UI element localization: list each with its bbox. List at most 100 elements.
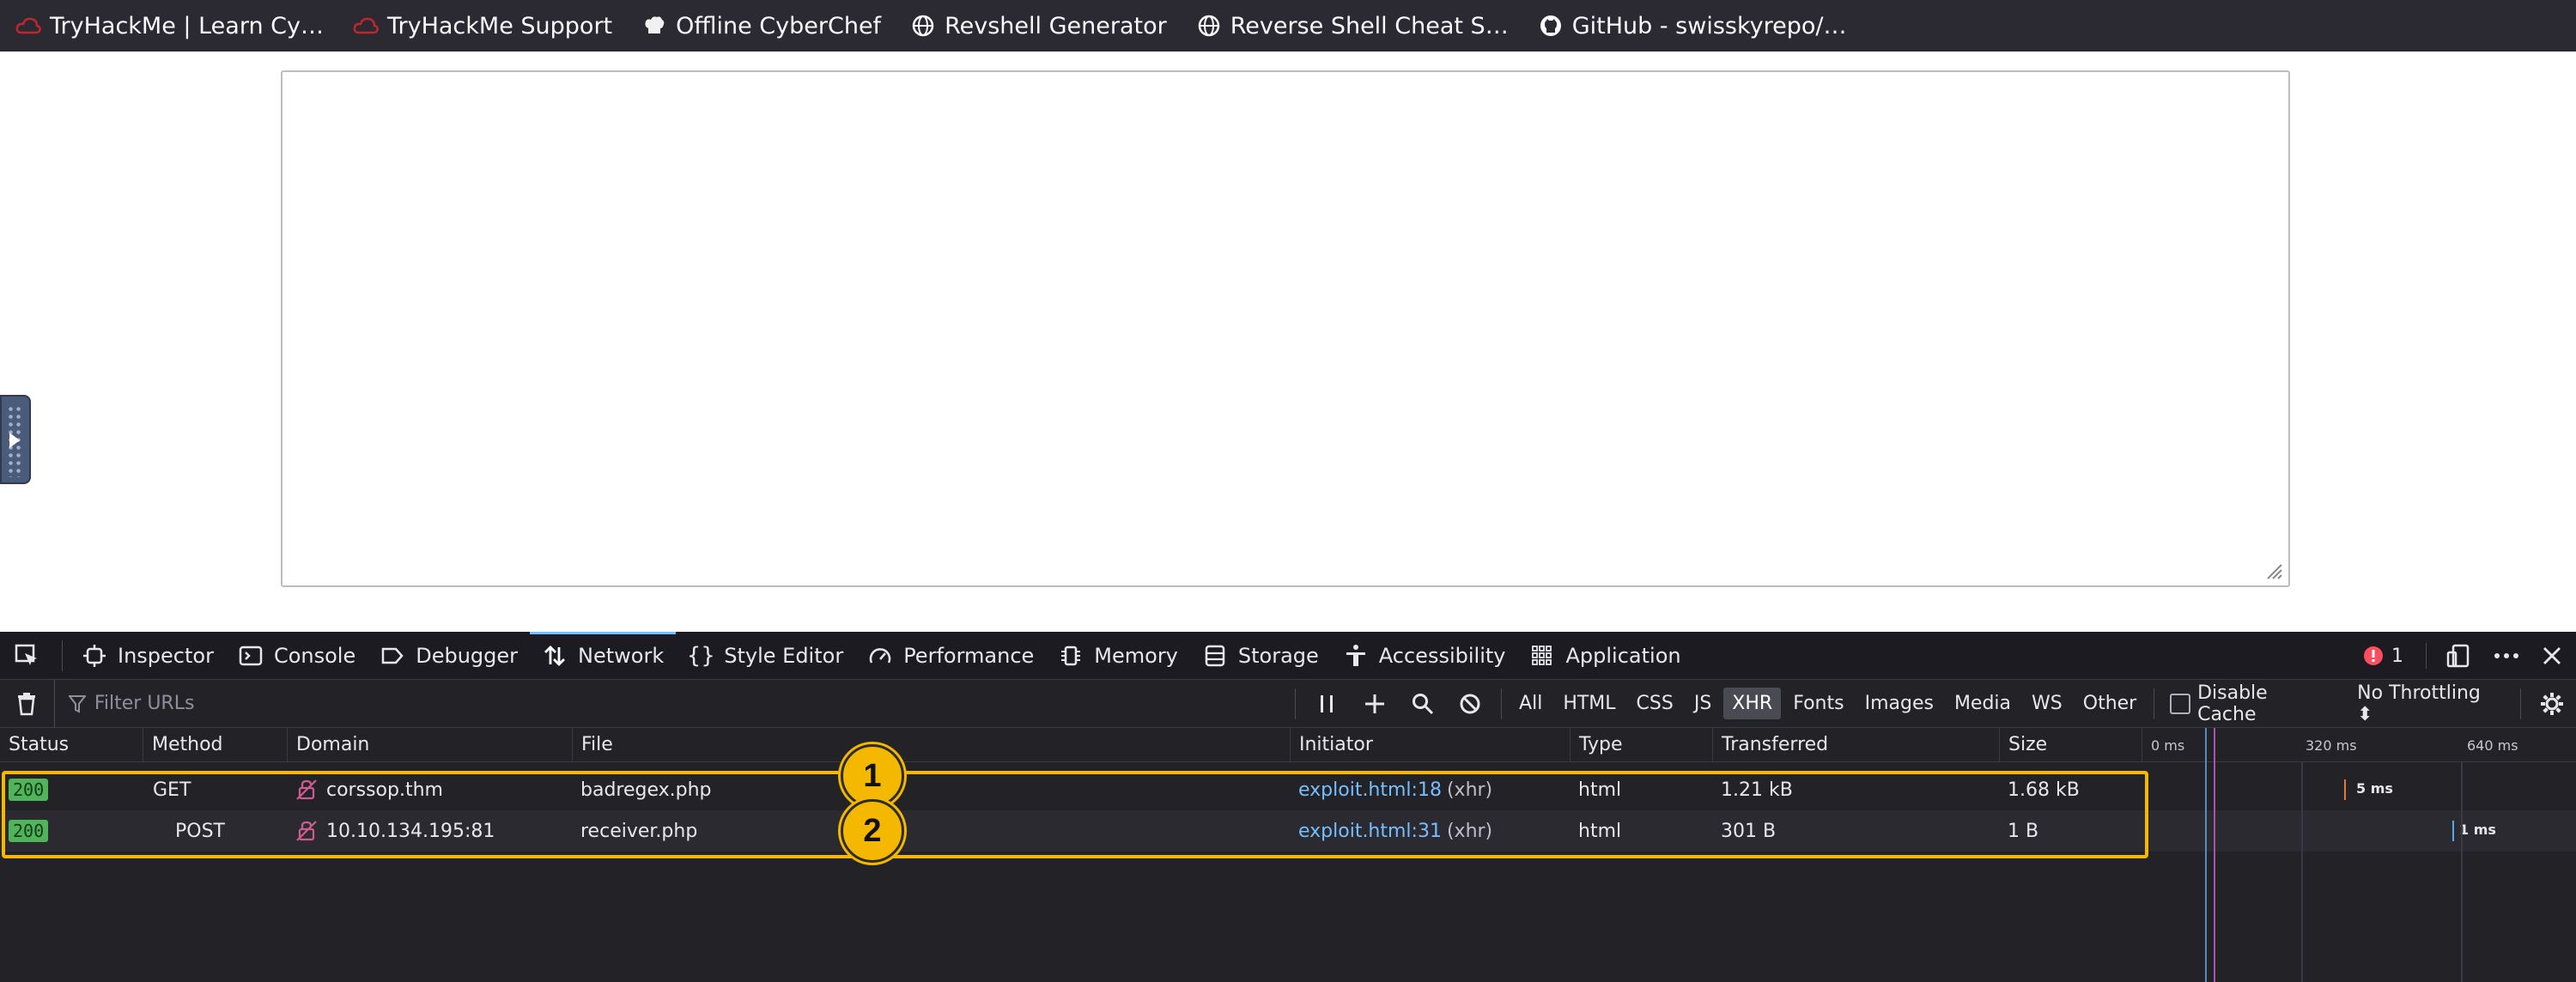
filter-js[interactable]: JS: [1686, 688, 1720, 719]
network-settings-button[interactable]: [2528, 680, 2576, 728]
column-size[interactable]: Size: [1999, 728, 2142, 761]
network-actions: All HTML CSS JS XHR Fonts Images Media W…: [1288, 680, 2576, 728]
checkbox-box: [2170, 693, 2191, 714]
bookmark-tryhackme[interactable]: TryHackMe | Learn Cy…: [15, 13, 324, 39]
gauge-icon: [867, 643, 893, 669]
filter-media[interactable]: Media: [1946, 688, 2020, 719]
waterfall-bar: [2452, 821, 2454, 841]
filter-html[interactable]: HTML: [1554, 688, 1624, 719]
waterfall-tick-0: 0 ms: [2151, 736, 2185, 754]
responsive-design-button[interactable]: [2426, 643, 2471, 669]
devtools-right-controls: 1: [2340, 632, 2562, 680]
chef-hat-icon: [641, 13, 667, 39]
column-file[interactable]: File: [572, 728, 1290, 761]
responsive-design-icon: [2446, 644, 2470, 668]
timing-label: 5 ms: [2356, 780, 2393, 797]
filter-other[interactable]: Other: [2075, 688, 2145, 719]
waterfall-tick-640: 640 ms: [2467, 736, 2518, 754]
console-icon: [238, 643, 264, 669]
network-toolbar: Filter URLs All HTML CSS JS XHR Fonts Im…: [0, 679, 2576, 728]
braces-icon: {}: [686, 642, 715, 669]
block-icon: [1460, 694, 1480, 713]
filter-all[interactable]: All: [1510, 688, 1551, 719]
new-request-button[interactable]: [1351, 680, 1399, 728]
tryhackme-cloud-icon: [15, 13, 41, 39]
pause-icon: [1321, 694, 1334, 712]
bookmark-revshell-generator[interactable]: Revshell Generator: [910, 13, 1167, 39]
bookmarks-toolbar: TryHackMe | Learn Cy… TryHackMe Support …: [0, 0, 2576, 52]
play-arrow-icon: [9, 433, 20, 448]
tab-storage[interactable]: Storage: [1190, 632, 1331, 680]
waterfall-bar: [2344, 779, 2346, 800]
tab-performance[interactable]: Performance: [855, 632, 1046, 680]
page-content: [0, 52, 2576, 632]
column-initiator[interactable]: Initiator: [1290, 728, 1570, 761]
column-transferred[interactable]: Transferred: [1712, 728, 1999, 761]
filter-css[interactable]: CSS: [1628, 688, 1682, 719]
rows-highlight-box: [2, 771, 2148, 858]
tab-memory[interactable]: Memory: [1046, 632, 1190, 680]
tab-inspector[interactable]: Inspector: [70, 632, 226, 680]
trash-icon: [18, 692, 36, 715]
network-arrows-icon: [542, 643, 568, 669]
waterfall-tick-320: 320 ms: [2306, 736, 2357, 754]
resize-grip-icon[interactable]: [2264, 561, 2283, 580]
close-devtools-button[interactable]: [2542, 646, 2562, 666]
annotation-marker-2: 2: [841, 799, 904, 863]
devtools-tab-bar: Inspector Console Debugger Network {} St…: [0, 631, 2576, 680]
more-options-button[interactable]: [2494, 652, 2519, 660]
globe-icon: [910, 13, 936, 39]
sidebar-expand-handle[interactable]: [0, 395, 31, 484]
grid-dots-icon: [1529, 643, 1555, 669]
search-button[interactable]: [1399, 680, 1447, 728]
filter-urls-field[interactable]: Filter URLs: [55, 693, 1289, 714]
filter-fonts[interactable]: Fonts: [1784, 688, 1852, 719]
filter-funnel-icon: [68, 694, 86, 713]
tab-network[interactable]: Network: [530, 631, 677, 680]
inspector-icon: [82, 643, 107, 669]
tab-accessibility[interactable]: Accessibility: [1331, 632, 1518, 680]
filter-ws[interactable]: WS: [2023, 688, 2071, 719]
tab-debugger[interactable]: Debugger: [368, 632, 530, 680]
filter-images[interactable]: Images: [1856, 688, 1942, 719]
filter-xhr[interactable]: XHR: [1723, 688, 1782, 719]
annotation-marker-1: 1: [841, 744, 904, 808]
github-icon: [1538, 13, 1564, 39]
globe-icon: [1196, 13, 1222, 39]
gear-icon: [2541, 692, 2564, 715]
bookmark-github-swisskyrepo[interactable]: GitHub - swisskyrepo/…: [1538, 13, 1846, 39]
ellipsis-icon: [2494, 653, 2518, 658]
search-icon: [1412, 693, 1433, 714]
disable-cache-checkbox[interactable]: Disable Cache: [2170, 682, 2331, 725]
memory-chip-icon: [1058, 643, 1084, 669]
block-requests-button[interactable]: [1446, 680, 1494, 728]
bookmark-cyberchef[interactable]: Offline CyberChef: [641, 13, 881, 39]
column-method[interactable]: Method: [143, 728, 287, 761]
column-status[interactable]: Status: [0, 728, 143, 761]
tab-application[interactable]: Application: [1517, 632, 1692, 680]
tab-console[interactable]: Console: [226, 632, 368, 680]
tab-style-editor[interactable]: {} Style Editor: [676, 632, 855, 680]
element-picker-icon: [14, 643, 39, 669]
close-icon: [2543, 647, 2561, 664]
element-picker-button[interactable]: [0, 640, 63, 671]
load-event-line: [2214, 728, 2215, 982]
textarea[interactable]: [281, 70, 2290, 587]
network-table-header: Status Method Domain File Initiator Type…: [0, 728, 2576, 762]
error-counter[interactable]: 1: [2362, 645, 2403, 667]
dom-content-loaded-line: [2205, 728, 2207, 982]
throttling-select[interactable]: No Throttling ⬍: [2357, 682, 2501, 725]
bookmark-tryhackme-support[interactable]: TryHackMe Support: [353, 13, 612, 39]
pause-button[interactable]: [1303, 680, 1351, 728]
plus-icon: [1364, 694, 1384, 713]
debugger-icon: [380, 643, 405, 669]
waterfall-gridline: [2301, 762, 2303, 982]
column-domain[interactable]: Domain: [287, 728, 572, 761]
error-icon: [2364, 646, 2383, 665]
clear-log-button[interactable]: [0, 679, 55, 728]
tryhackme-cloud-icon: [353, 13, 379, 39]
waterfall-gridline: [2461, 762, 2463, 982]
bookmark-reverse-shell-cheat-sheet[interactable]: Reverse Shell Cheat S…: [1196, 13, 1509, 39]
accessibility-person-icon: [1343, 643, 1369, 669]
column-type[interactable]: Type: [1570, 728, 1712, 761]
